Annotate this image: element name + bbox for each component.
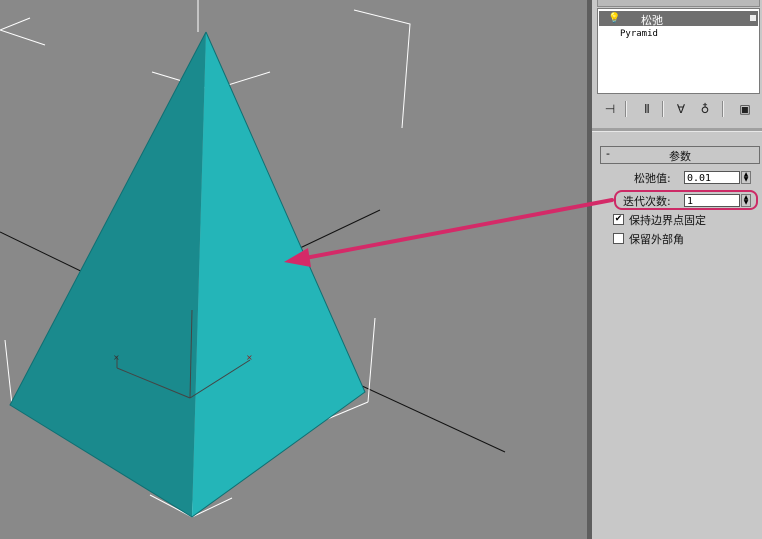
save-outer-corners-checkbox[interactable]: [613, 233, 624, 244]
base-object-row[interactable]: Pyramid: [620, 29, 658, 39]
keep-boundary-label: 保持边界点固定: [629, 214, 706, 227]
annotation-highlight: [614, 190, 758, 210]
modifier-list-dropdown[interactable]: [597, 0, 760, 7]
svg-text:×: ×: [113, 353, 120, 362]
grid-line: [359, 384, 506, 453]
keep-boundary-checkbox[interactable]: ✔: [613, 214, 624, 225]
stack-toolbar: ⊣ Ⅱ ∀ ♁ ▣: [592, 96, 762, 124]
bulb-icon[interactable]: 💡: [608, 13, 620, 24]
relax-value-label: 松弛值:: [634, 172, 671, 185]
parameters-rollout-header[interactable]: - 参数: [600, 146, 760, 164]
svg-text:×: ×: [246, 353, 253, 362]
save-outer-corners-label: 保留外部角: [629, 233, 684, 246]
perspective-viewport[interactable]: × ×: [0, 0, 587, 539]
rollout-title: 参数: [669, 150, 691, 163]
command-panel: 💡 松弛 Pyramid ⊣ Ⅱ ∀ ♁ ▣ - 参数 松弛值: 0.01 ▲ ▼…: [592, 0, 762, 539]
modifier-stack-list[interactable]: 💡 松弛 Pyramid: [597, 8, 760, 94]
make-unique-icon[interactable]: ∀: [672, 100, 690, 118]
pin-stack-icon[interactable]: ⊣: [601, 100, 619, 118]
viewport-scene: × ×: [0, 0, 506, 518]
relax-value-spinner[interactable]: ▲ ▼: [741, 171, 751, 184]
configure-modifier-sets-icon[interactable]: ▣: [736, 100, 754, 118]
pyramid-left-face: [10, 32, 206, 517]
modifier-name: 松弛: [641, 14, 663, 27]
modifier-row-relax[interactable]: 💡 松弛: [599, 11, 758, 27]
show-end-result-icon[interactable]: Ⅱ: [638, 100, 656, 118]
remove-modifier-icon[interactable]: ♁: [696, 100, 714, 118]
relax-value-field[interactable]: 0.01: [684, 171, 740, 184]
modifier-toggle[interactable]: [750, 15, 756, 21]
grid-line: [299, 209, 381, 249]
pyramid-right-face: [192, 32, 365, 517]
